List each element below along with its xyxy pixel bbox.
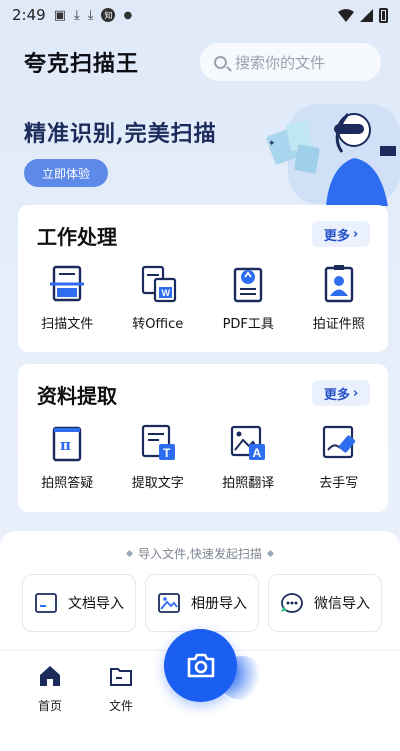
import-label: 相册导入	[191, 596, 247, 612]
album-import-button[interactable]: 相册导入	[145, 574, 259, 632]
tool-label: 拍照答疑	[41, 476, 94, 491]
header: 夸克扫描王 搜索你的文件	[0, 40, 400, 84]
search-icon	[214, 55, 227, 69]
camera-icon	[187, 653, 214, 677]
chevron-right-icon: ›	[352, 385, 359, 401]
app-title: 夸克扫描王	[24, 52, 140, 77]
work-card-title: 工作处理	[37, 225, 117, 249]
promo-banner[interactable]: 精准识别,完美扫描 立即体验 ✦	[0, 96, 400, 206]
diamond-icon	[126, 549, 134, 558]
image-icon: ▣	[53, 7, 66, 23]
status-time: 2:49	[12, 6, 46, 24]
tool-erase-handwriting[interactable]: 去手写	[298, 422, 380, 491]
download-icon: ⤓	[73, 7, 80, 23]
tool-scan-document[interactable]: 扫描文件	[26, 263, 108, 332]
wechat-import-button[interactable]: 微信导入	[268, 574, 382, 632]
signal-icon	[360, 8, 373, 22]
import-label: 文档导入	[68, 596, 124, 612]
work-more-button[interactable]: 更多 ›	[312, 221, 370, 247]
svg-text:A: A	[253, 446, 262, 460]
download-icon: ⤓	[87, 7, 94, 23]
wechat-import-icon	[281, 593, 303, 613]
svg-text:T: T	[163, 446, 171, 460]
scan-document-icon	[50, 265, 85, 302]
more-label: 更多	[323, 228, 350, 244]
pi-question-icon: π	[53, 426, 82, 462]
search-placeholder: 搜索你的文件	[235, 53, 326, 72]
tool-photo-translate[interactable]: A 拍照翻译	[207, 422, 289, 491]
work-card: 工作处理 更多 › 扫描文件 W 转Office PDF工具 拍证件照	[18, 205, 388, 352]
nav-files[interactable]: 文件	[91, 663, 151, 714]
album-import-icon	[158, 593, 180, 613]
tool-label: 转Office	[132, 317, 184, 332]
chevron-right-icon: ›	[352, 226, 359, 242]
banner-slogan: 精准识别,完美扫描	[24, 121, 217, 147]
search-input[interactable]: 搜索你的文件	[199, 42, 382, 82]
svg-text:✦: ✦	[268, 139, 276, 149]
document-import-button[interactable]: 文档导入	[22, 574, 136, 632]
tool-label: 去手写	[319, 476, 359, 491]
id-photo-icon	[324, 265, 353, 303]
status-left: 2:49 ▣ ⤓ ⤓ 知 ●	[12, 6, 132, 24]
battery-icon	[379, 7, 388, 23]
svg-text:π: π	[60, 436, 71, 454]
extract-text-icon: T	[141, 424, 175, 460]
info-card-title: 资料提取	[37, 384, 117, 408]
more-label: 更多	[323, 387, 350, 403]
tool-label: 扫描文件	[41, 317, 94, 332]
nav-files-label: 文件	[108, 699, 133, 713]
dot-icon: ●	[123, 9, 133, 21]
diamond-icon	[266, 549, 274, 558]
tool-label: 拍照翻译	[222, 476, 275, 491]
nav-home[interactable]: 首页	[20, 663, 80, 714]
tool-pdf[interactable]: PDF工具	[207, 263, 289, 332]
info-card: 资料提取 更多 › π 拍照答疑 T 提取文字 A 拍照翻译 去手写	[18, 364, 388, 512]
photo-translate-icon: A	[231, 425, 266, 460]
status-right	[338, 7, 388, 23]
try-now-button[interactable]: 立即体验	[24, 159, 108, 187]
work-tools: 扫描文件 W 转Office PDF工具 拍证件照	[18, 263, 388, 332]
wifi-icon	[338, 8, 354, 22]
tool-label: 提取文字	[131, 476, 184, 491]
notification-badge-icon: 知	[101, 8, 116, 22]
tool-label: PDF工具	[222, 317, 274, 332]
tool-extract-text[interactable]: T 提取文字	[117, 422, 199, 491]
camera-button[interactable]	[164, 629, 237, 702]
tool-id-photo[interactable]: 拍证件照	[298, 263, 380, 332]
svg-text:W: W	[161, 288, 170, 298]
banner-illustration: ✦	[266, 104, 400, 206]
import-label: 微信导入	[314, 596, 370, 612]
import-buttons: 文档导入 相册导入 微信导入	[22, 574, 382, 632]
info-more-button[interactable]: 更多 ›	[312, 380, 370, 406]
convert-word-icon: W	[141, 265, 176, 303]
folder-icon	[110, 668, 132, 686]
import-hint: 导入文件,快速发起扫描	[0, 545, 400, 562]
nav-home-label: 首页	[37, 699, 62, 713]
import-hint-text: 导入文件,快速发起扫描	[138, 547, 262, 561]
document-import-icon	[35, 593, 57, 613]
tool-label: 拍证件照	[312, 317, 365, 332]
status-bar: 2:49 ▣ ⤓ ⤓ 知 ●	[0, 0, 400, 30]
info-tools: π 拍照答疑 T 提取文字 A 拍照翻译 去手写	[18, 422, 388, 491]
pdf-tool-icon	[234, 267, 263, 303]
tool-convert-office[interactable]: W 转Office	[117, 263, 199, 332]
tool-photo-question[interactable]: π 拍照答疑	[26, 422, 108, 491]
erase-handwriting-icon	[322, 425, 355, 459]
home-icon	[40, 666, 60, 686]
